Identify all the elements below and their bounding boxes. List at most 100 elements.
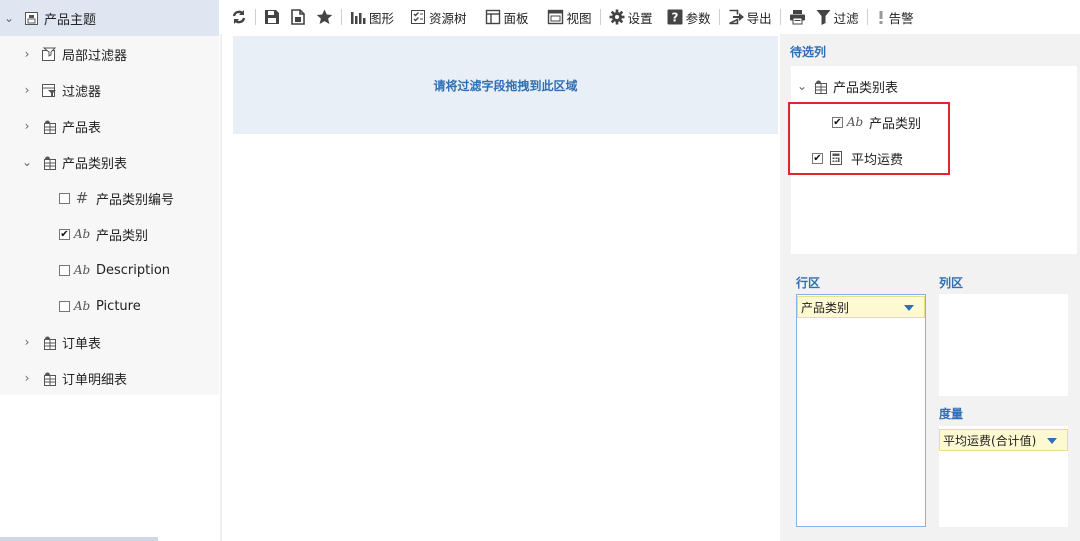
panel-button-label: 面板 [503,10,529,26]
table-icon [40,118,58,134]
export-button-label: 导出 [746,10,772,26]
tree-item-label: 订单明细表 [62,372,128,388]
save-as-button[interactable] [285,0,311,34]
tree-empty-area [0,395,219,541]
field-checkbox-checked[interactable]: ✔ [59,228,70,240]
tree-field-label: Description [96,262,171,278]
table-icon [40,154,58,170]
tree-item-product-table[interactable]: › 产品表 [20,108,101,144]
params-button-label: 参数 [685,10,711,26]
chevron-down-icon[interactable]: ⌄ [795,79,809,93]
settings-button[interactable]: 设置 [604,0,658,34]
refresh-button[interactable] [226,0,252,34]
chart-button[interactable]: 图形 [345,0,399,34]
view-icon [547,9,563,25]
chevron-right-icon[interactable]: › [20,47,34,61]
params-button[interactable]: ? 参数 [662,0,716,34]
candidate-table-label: 产品类别表 [833,80,899,96]
table-icon [40,334,58,350]
horizontal-scrollbar[interactable] [0,537,158,541]
field-checkbox[interactable] [59,192,70,204]
tree-field-label: 产品类别 [96,228,149,244]
save-button[interactable] [259,0,285,34]
tree-item-label: 产品表 [62,120,102,136]
chart-button-label: 图形 [369,10,395,26]
svg-text:?: ? [671,11,678,25]
tree-field-category-id[interactable]: # 产品类别编号 [59,180,174,216]
filter-drop-zone-hint: 请将过滤字段拖拽到此区域 [433,78,578,93]
measure-field-pill[interactable]: 平均运费(合计值) [939,429,1068,451]
column-area-drop-zone[interactable] [939,294,1068,396]
bar-chart-icon [351,11,366,24]
question-icon: ? [667,9,683,25]
row-field-pill[interactable]: 产品类别 [797,296,925,318]
table-icon [811,78,829,94]
tree-field-label: Picture [96,298,141,314]
tree-item-filter[interactable]: › 过滤器 [20,72,101,108]
tree-item-order-detail-table[interactable]: › 订单明细表 [20,360,127,396]
resource-tree-panel: ⌄ 产品主题 › 局部过滤器 › 过滤器 › 产品表 ⌄ 产品类别表 # 产品类… [0,0,219,541]
chevron-down-icon[interactable]: ⌄ [2,11,16,25]
measure-area-title: 度量 [939,407,964,421]
filter-drop-zone[interactable]: 请将过滤字段拖拽到此区域 [233,36,778,134]
tree-field-picture[interactable]: Ab Picture [59,288,141,324]
resource-tree-icon [411,10,426,24]
local-filter-icon [40,46,58,62]
number-field-icon: # [75,189,89,207]
tree-item-order-table[interactable]: › 订单表 [20,324,101,360]
chevron-right-icon[interactable]: › [20,371,34,385]
settings-button-label: 设置 [627,10,653,26]
favorite-button[interactable] [311,0,338,34]
tree-item-category-table[interactable]: ⌄ 产品类别表 [20,144,127,180]
tree-item-local-filter[interactable]: › 局部过滤器 [20,36,127,72]
subject-icon [22,10,40,26]
field-checkbox[interactable] [59,264,70,276]
candidate-columns-title: 待选列 [790,45,827,59]
chevron-down-icon[interactable]: ⌄ [20,155,34,169]
field-checkbox[interactable] [59,300,70,312]
toolbar-separator [255,9,256,25]
filter-button[interactable]: 过滤 [811,0,864,34]
field-config-panel: 待选列 ⌄ 产品类别表 ✔ Ab 产品类别 ✔ 平均运费 行区 列区 产品类别 … [780,34,1080,541]
tree-root-label: 产品主题 [44,12,97,28]
panel-button[interactable]: 面板 [480,0,534,34]
dropdown-arrow-icon[interactable] [1047,438,1057,444]
tree-field-label: 产品类别编号 [96,192,175,208]
alert-button[interactable]: 告警 [871,0,919,34]
chevron-right-icon[interactable]: › [20,335,34,349]
column-area-title: 列区 [939,276,964,290]
tree-field-description[interactable]: Ab Description [59,252,170,288]
toolbar-separator [341,9,342,25]
row-area-drop-zone[interactable]: 产品类别 [796,294,926,527]
measure-area-drop-zone[interactable]: 平均运费(合计值) [939,426,1068,527]
tree-item-label: 局部过滤器 [62,48,128,64]
print-button[interactable] [784,0,811,34]
chevron-right-icon[interactable]: › [20,83,34,97]
candidate-table-item[interactable]: ⌄ 产品类别表 [795,68,898,104]
save-icon [265,10,279,24]
toolbar-separator [779,9,781,25]
tree-root-item[interactable]: ⌄ 产品主题 [0,0,219,36]
report-canvas: 请将过滤字段拖拽到此区域 [220,34,780,541]
dropdown-arrow-icon[interactable] [904,305,914,311]
table-icon [40,370,58,386]
export-button[interactable]: 导出 [723,0,777,34]
text-field-icon: Ab [73,263,91,277]
highlight-annotation-box [788,102,950,175]
tree-item-label: 过滤器 [62,84,102,100]
resource-tree-button[interactable]: 资源树 [405,0,472,34]
save-as-icon [291,9,305,25]
tree-item-label: 产品类别表 [62,156,128,172]
text-field-icon: Ab [73,299,91,313]
view-button[interactable]: 视图 [542,0,597,34]
chevron-right-icon[interactable]: › [20,119,34,133]
toolbar-separator [599,9,601,25]
gear-icon [609,9,625,25]
view-button-label: 视图 [566,10,592,26]
app-window: ⌄ 产品主题 › 局部过滤器 › 过滤器 › 产品表 ⌄ 产品类别表 # 产品类… [0,0,1080,541]
funnel-icon [816,10,831,25]
tree-field-category[interactable]: ✔ Ab 产品类别 [59,216,148,252]
tree-item-label: 订单表 [62,336,102,352]
alert-button-label: 告警 [888,10,914,26]
toolbar-separator [866,9,868,25]
